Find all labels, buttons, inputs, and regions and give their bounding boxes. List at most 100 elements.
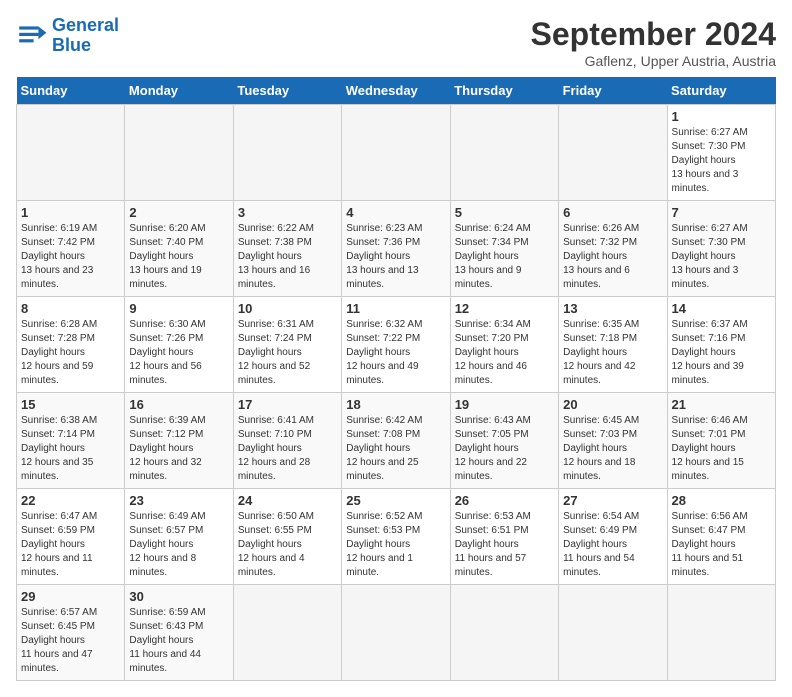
day-number: 30 xyxy=(129,589,228,604)
day-number: 26 xyxy=(455,493,554,508)
col-header-friday: Friday xyxy=(559,77,667,105)
day-cell-5: 5 Sunrise: 6:24 AMSunset: 7:34 PMDaylight… xyxy=(450,201,558,297)
day-info: Sunrise: 6:41 AMSunset: 7:10 PMDaylight … xyxy=(238,414,337,484)
day-info: Sunrise: 6:59 AMSunset: 6:43 PMDaylight … xyxy=(129,606,228,676)
calendar-table: SundayMondayTuesdayWednesdayThursdayFrid… xyxy=(16,77,776,681)
day-info: Sunrise: 6:49 AMSunset: 6:57 PMDaylight … xyxy=(129,510,228,580)
day-cell-14: 14Sunrise: 6:37 AMSunset: 7:16 PMDayligh… xyxy=(667,297,775,393)
day-cell-27: 27Sunrise: 6:54 AMSunset: 6:49 PMDayligh… xyxy=(559,489,667,585)
day-info: Sunrise: 6:34 AMSunset: 7:20 PMDaylight … xyxy=(455,318,554,388)
day-info: Sunrise: 6:32 AMSunset: 7:22 PMDaylight … xyxy=(346,318,445,388)
month-title: September 2024 xyxy=(531,16,776,53)
day-number: 7 xyxy=(672,205,771,220)
day-info: Sunrise: 6:57 AMSunset: 6:45 PMDaylight … xyxy=(21,606,120,676)
day-number: 5 xyxy=(455,205,554,220)
day-cell-2: 2 Sunrise: 6:20 AMSunset: 7:40 PMDaylight… xyxy=(125,201,233,297)
day-cell-12: 12 Sunrise: 6:34 AMSunset: 7:20 PMDayligh… xyxy=(450,297,558,393)
day-info: Sunrise: 6:42 AMSunset: 7:08 PMDaylight … xyxy=(346,414,445,484)
day-number: 13 xyxy=(563,301,662,316)
day-number: 12 xyxy=(455,301,554,316)
day-number: 17 xyxy=(238,397,337,412)
day-number: 9 xyxy=(129,301,228,316)
day-number: 25 xyxy=(346,493,445,508)
day-number: 19 xyxy=(455,397,554,412)
day-info: Sunrise: 6:35 AMSunset: 7:18 PMDaylight … xyxy=(563,318,662,388)
empty-cell xyxy=(559,585,667,681)
empty-cell xyxy=(17,105,125,201)
day-number: 23 xyxy=(129,493,228,508)
week-row-0: 1Sunrise: 6:27 AMSunset: 7:30 PMDaylight… xyxy=(17,105,776,201)
header-row: SundayMondayTuesdayWednesdayThursdayFrid… xyxy=(17,77,776,105)
day-cell-3: 3Sunrise: 6:22 AMSunset: 7:38 PMDaylight… xyxy=(233,201,341,297)
day-info: Sunrise: 6:20 AMSunset: 7:40 PMDaylight … xyxy=(129,222,228,292)
day-number: 16 xyxy=(129,397,228,412)
col-header-thursday: Thursday xyxy=(450,77,558,105)
empty-cell xyxy=(450,585,558,681)
day-cell-30: 30 Sunrise: 6:59 AMSunset: 6:43 PMDayligh… xyxy=(125,585,233,681)
day-number: 22 xyxy=(21,493,120,508)
day-cell-25: 25Sunrise: 6:52 AMSunset: 6:53 PMDayligh… xyxy=(342,489,450,585)
day-info: Sunrise: 6:27 AMSunset: 7:30 PMDaylight … xyxy=(672,126,771,196)
empty-cell xyxy=(559,105,667,201)
day-number: 15 xyxy=(21,397,120,412)
week-row-3: 15 Sunrise: 6:38 AMSunset: 7:14 PMDayligh… xyxy=(17,393,776,489)
col-header-tuesday: Tuesday xyxy=(233,77,341,105)
day-cell-19: 19 Sunrise: 6:43 AMSunset: 7:05 PMDayligh… xyxy=(450,393,558,489)
day-cell-11: 11 Sunrise: 6:32 AMSunset: 7:22 PMDayligh… xyxy=(342,297,450,393)
day-info: Sunrise: 6:27 AMSunset: 7:30 PMDaylight … xyxy=(672,222,771,292)
day-cell-15: 15 Sunrise: 6:38 AMSunset: 7:14 PMDayligh… xyxy=(17,393,125,489)
day-info: Sunrise: 6:54 AMSunset: 6:49 PMDaylight … xyxy=(563,510,662,580)
day-cell-1: 1Sunrise: 6:27 AMSunset: 7:30 PMDaylight… xyxy=(667,105,775,201)
day-info: Sunrise: 6:45 AMSunset: 7:03 PMDaylight … xyxy=(563,414,662,484)
day-number: 10 xyxy=(238,301,337,316)
day-info: Sunrise: 6:46 AMSunset: 7:01 PMDaylight … xyxy=(672,414,771,484)
logo: GeneralBlue xyxy=(16,16,119,56)
day-info: Sunrise: 6:22 AMSunset: 7:38 PMDaylight … xyxy=(238,222,337,292)
col-header-sunday: Sunday xyxy=(17,77,125,105)
logo-icon xyxy=(16,20,48,52)
day-cell-22: 22 Sunrise: 6:47 AMSunset: 6:59 PMDayligh… xyxy=(17,489,125,585)
day-number: 8 xyxy=(21,301,120,316)
day-info: Sunrise: 6:26 AMSunset: 7:32 PMDaylight … xyxy=(563,222,662,292)
day-cell-18: 18 Sunrise: 6:42 AMSunset: 7:08 PMDayligh… xyxy=(342,393,450,489)
day-cell-10: 10 Sunrise: 6:31 AMSunset: 7:24 PMDayligh… xyxy=(233,297,341,393)
day-number: 11 xyxy=(346,301,445,316)
day-info: Sunrise: 6:37 AMSunset: 7:16 PMDaylight … xyxy=(672,318,771,388)
week-row-4: 22 Sunrise: 6:47 AMSunset: 6:59 PMDayligh… xyxy=(17,489,776,585)
day-number: 24 xyxy=(238,493,337,508)
day-number: 2 xyxy=(129,205,228,220)
location-title: Gaflenz, Upper Austria, Austria xyxy=(531,53,776,69)
day-cell-8: 8 Sunrise: 6:28 AMSunset: 7:28 PMDaylight… xyxy=(17,297,125,393)
day-info: Sunrise: 6:31 AMSunset: 7:24 PMDaylight … xyxy=(238,318,337,388)
col-header-monday: Monday xyxy=(125,77,233,105)
day-cell-1: 1Sunrise: 6:19 AMSunset: 7:42 PMDaylight… xyxy=(17,201,125,297)
day-info: Sunrise: 6:38 AMSunset: 7:14 PMDaylight … xyxy=(21,414,120,484)
day-number: 4 xyxy=(346,205,445,220)
day-number: 20 xyxy=(563,397,662,412)
day-cell-23: 23 Sunrise: 6:49 AMSunset: 6:57 PMDayligh… xyxy=(125,489,233,585)
day-cell-4: 4 Sunrise: 6:23 AMSunset: 7:36 PMDaylight… xyxy=(342,201,450,297)
empty-cell xyxy=(125,105,233,201)
day-cell-7: 7 Sunrise: 6:27 AMSunset: 7:30 PMDaylight… xyxy=(667,201,775,297)
day-cell-26: 26Sunrise: 6:53 AMSunset: 6:51 PMDayligh… xyxy=(450,489,558,585)
day-number: 18 xyxy=(346,397,445,412)
day-info: Sunrise: 6:24 AMSunset: 7:34 PMDaylight … xyxy=(455,222,554,292)
day-cell-9: 9Sunrise: 6:30 AMSunset: 7:26 PMDaylight… xyxy=(125,297,233,393)
day-info: Sunrise: 6:23 AMSunset: 7:36 PMDaylight … xyxy=(346,222,445,292)
day-info: Sunrise: 6:28 AMSunset: 7:28 PMDaylight … xyxy=(21,318,120,388)
day-number: 28 xyxy=(672,493,771,508)
empty-cell xyxy=(342,105,450,201)
empty-cell xyxy=(342,585,450,681)
day-cell-24: 24Sunrise: 6:50 AMSunset: 6:55 PMDayligh… xyxy=(233,489,341,585)
day-info: Sunrise: 6:39 AMSunset: 7:12 PMDaylight … xyxy=(129,414,228,484)
empty-cell xyxy=(667,585,775,681)
empty-cell xyxy=(450,105,558,201)
day-number: 1 xyxy=(21,205,120,220)
day-info: Sunrise: 6:47 AMSunset: 6:59 PMDaylight … xyxy=(21,510,120,580)
day-cell-16: 16 Sunrise: 6:39 AMSunset: 7:12 PMDayligh… xyxy=(125,393,233,489)
day-cell-17: 17 Sunrise: 6:41 AMSunset: 7:10 PMDayligh… xyxy=(233,393,341,489)
day-cell-6: 6Sunrise: 6:26 AMSunset: 7:32 PMDaylight… xyxy=(559,201,667,297)
logo-text: GeneralBlue xyxy=(52,16,119,56)
day-info: Sunrise: 6:43 AMSunset: 7:05 PMDaylight … xyxy=(455,414,554,484)
day-cell-21: 21Sunrise: 6:46 AMSunset: 7:01 PMDayligh… xyxy=(667,393,775,489)
